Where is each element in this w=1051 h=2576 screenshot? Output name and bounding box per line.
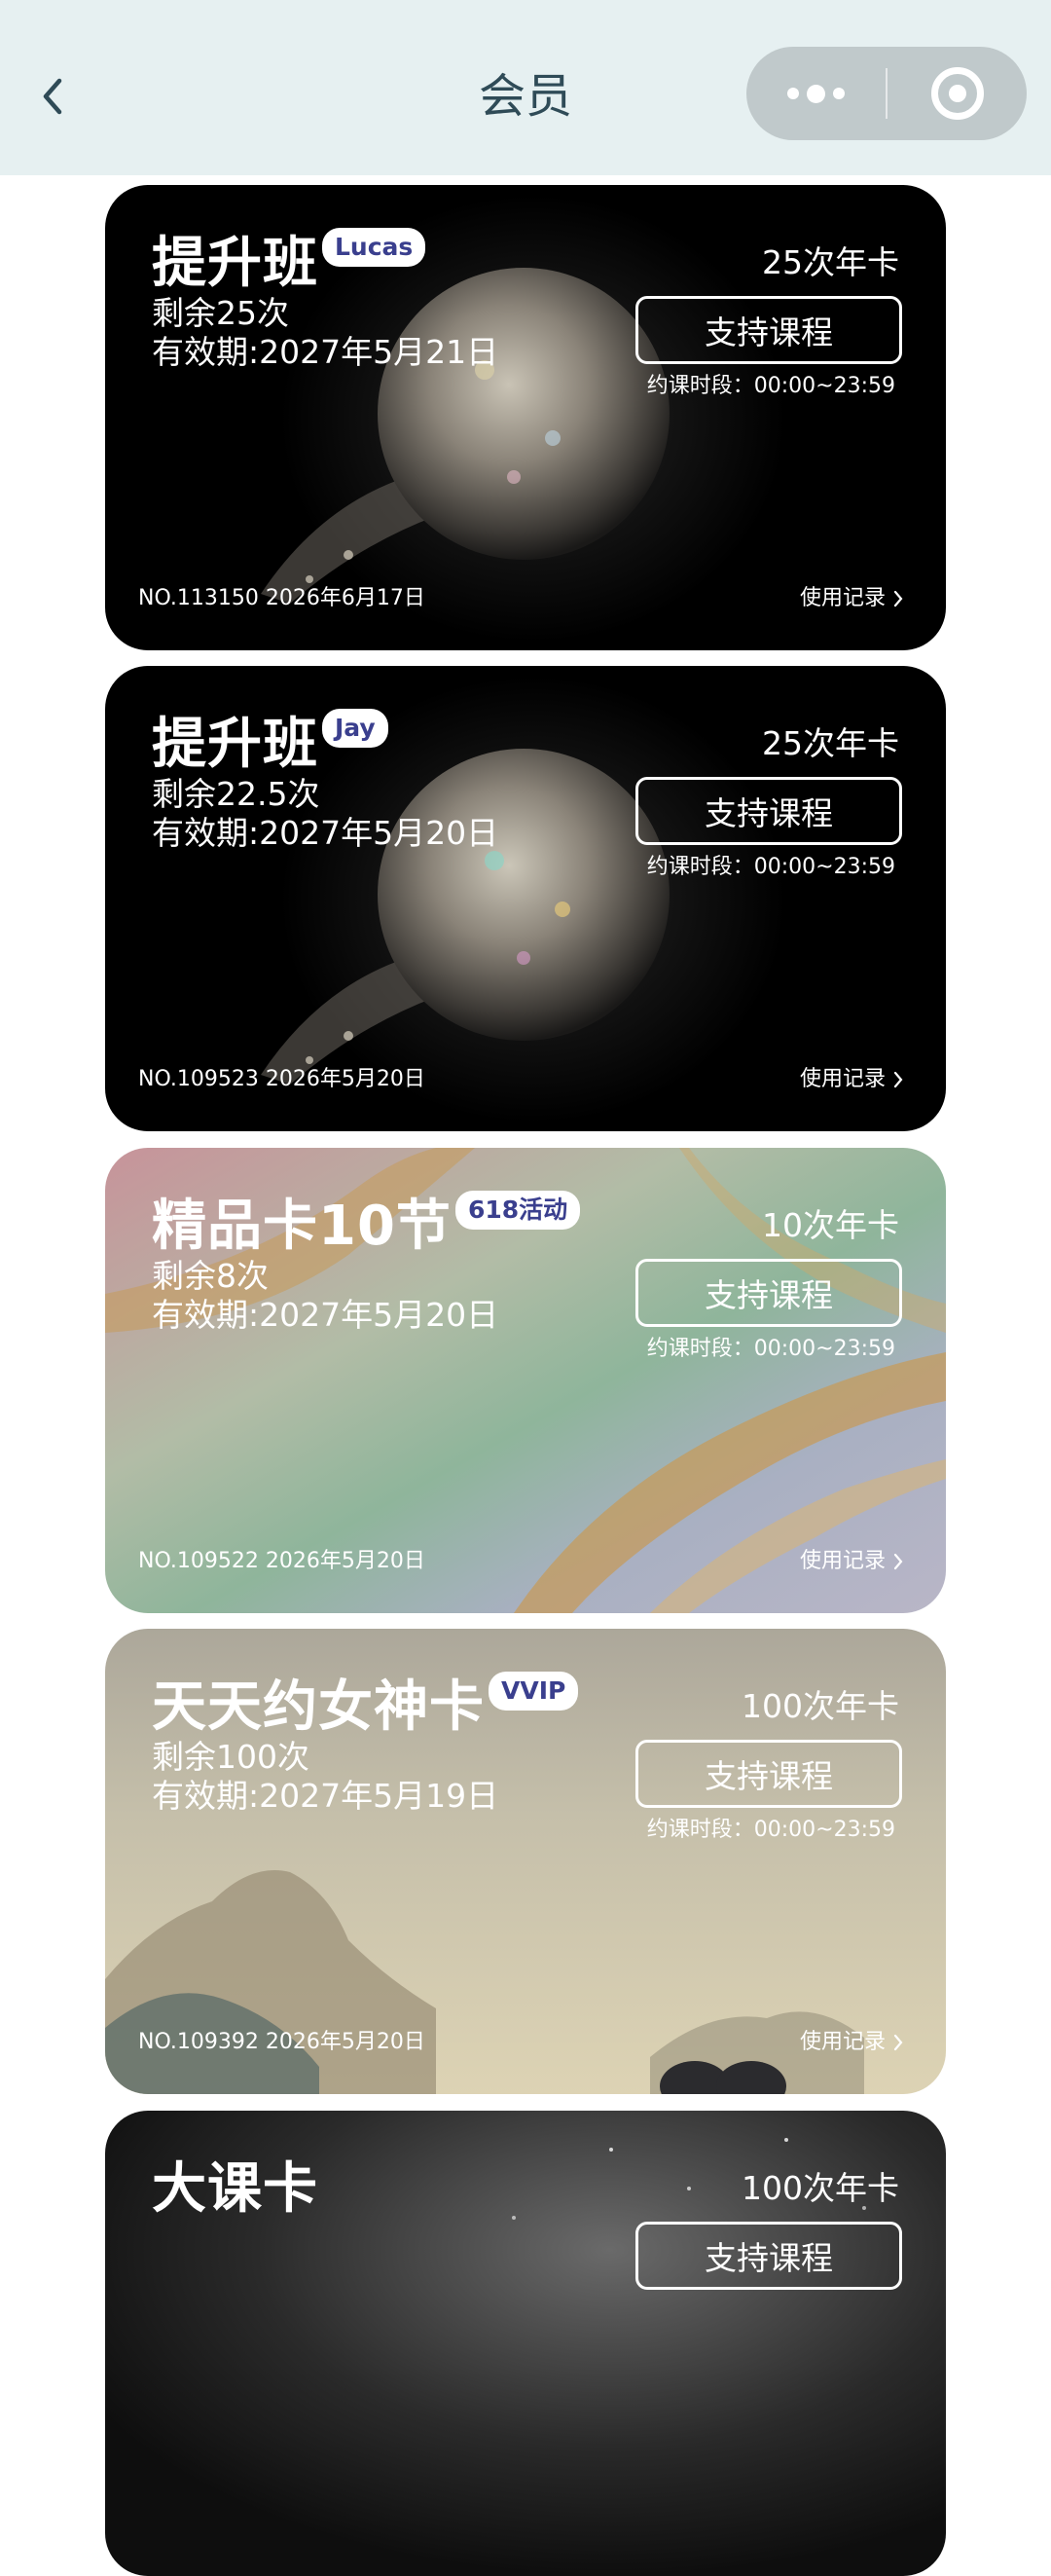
membership-card[interactable]: 大课卡 100次年卡 支持课程 [105, 2111, 946, 2576]
validity-date: 有效期:2027年5月21日 [152, 333, 499, 371]
card-name: 天天约女神卡 [152, 1675, 485, 1739]
membership-card[interactable]: 提升班 Lucas 剩余25次 有效期:2027年5月21日 25次年卡 支持课… [105, 185, 946, 650]
card-number: NO.109522 2026年5月20日 [138, 1549, 425, 1573]
usage-record-label: 使用记录 [799, 1067, 886, 1091]
validity-date: 有效期:2027年5月19日 [152, 1777, 499, 1815]
usage-record-label: 使用记录 [799, 2030, 886, 2054]
booking-hours: 约课时段：00:00~23:59 [646, 1818, 895, 1842]
card-name: 大课卡 [152, 2157, 318, 2221]
card-type: 10次年卡 [762, 1206, 899, 1244]
membership-card[interactable]: 天天约女神卡 VVIP 剩余100次 有效期:2027年5月19日 100次年卡… [105, 1629, 946, 2094]
card-tag: 618活动 [454, 1191, 581, 1230]
card-number: NO.109392 2026年5月20日 [138, 2030, 425, 2054]
support-courses-button[interactable]: 支持课程 [635, 296, 902, 364]
more-button[interactable] [746, 47, 886, 140]
remaining-count: 剩余25次 [152, 294, 289, 332]
booking-hours: 约课时段：00:00~23:59 [646, 855, 895, 879]
nav-bar: 会员 [0, 0, 1051, 175]
target-icon [930, 67, 984, 120]
close-miniprogram-button[interactable] [888, 47, 1027, 140]
remaining-count: 剩余100次 [152, 1738, 309, 1776]
card-number: NO.109523 2026年5月20日 [138, 1067, 425, 1091]
card-type: 25次年卡 [762, 724, 899, 762]
usage-record-label: 使用记录 [799, 1549, 886, 1573]
validity-date: 有效期:2027年5月20日 [152, 1296, 499, 1334]
card-type: 100次年卡 [742, 2169, 899, 2207]
chevron-right-icon [893, 590, 903, 607]
support-courses-button[interactable]: 支持课程 [635, 777, 902, 845]
card-name: 提升班 [152, 232, 318, 295]
usage-record-link[interactable]: 使用记录 [800, 2028, 903, 2057]
card-tag: Jay [322, 709, 388, 748]
usage-record-link[interactable]: 使用记录 [800, 1065, 903, 1094]
card-name: 精品卡10节 [152, 1195, 452, 1258]
card-tag: VVIP [489, 1672, 579, 1711]
support-courses-button[interactable]: 支持课程 [635, 1740, 902, 1808]
chevron-right-icon [893, 2034, 903, 2051]
miniprogram-capsule [746, 47, 1027, 140]
usage-record-link[interactable]: 使用记录 [800, 1547, 903, 1576]
booking-hours: 约课时段：00:00~23:59 [646, 1337, 895, 1361]
card-type: 100次年卡 [742, 1687, 899, 1725]
usage-record-label: 使用记录 [799, 586, 886, 610]
support-courses-button[interactable]: 支持课程 [635, 1259, 902, 1327]
card-tag: Lucas [322, 228, 426, 267]
support-courses-button[interactable]: 支持课程 [635, 2222, 902, 2290]
card-name: 提升班 [152, 713, 318, 776]
remaining-count: 剩余22.5次 [152, 775, 320, 813]
card-number: NO.113150 2026年6月17日 [138, 586, 425, 610]
more-icon [787, 88, 799, 99]
membership-card[interactable]: 提升班 Jay 剩余22.5次 有效期:2027年5月20日 25次年卡 支持课… [105, 666, 946, 1131]
remaining-count: 剩余8次 [152, 1257, 269, 1295]
chevron-right-icon [893, 1071, 903, 1088]
usage-record-link[interactable]: 使用记录 [800, 584, 903, 613]
membership-card[interactable]: 精品卡10节 618活动 剩余8次 有效期:2027年5月20日 10次年卡 支… [105, 1148, 946, 1613]
card-type: 25次年卡 [762, 243, 899, 281]
booking-hours: 约课时段：00:00~23:59 [646, 374, 895, 398]
validity-date: 有效期:2027年5月20日 [152, 814, 499, 852]
chevron-right-icon [893, 1553, 903, 1570]
